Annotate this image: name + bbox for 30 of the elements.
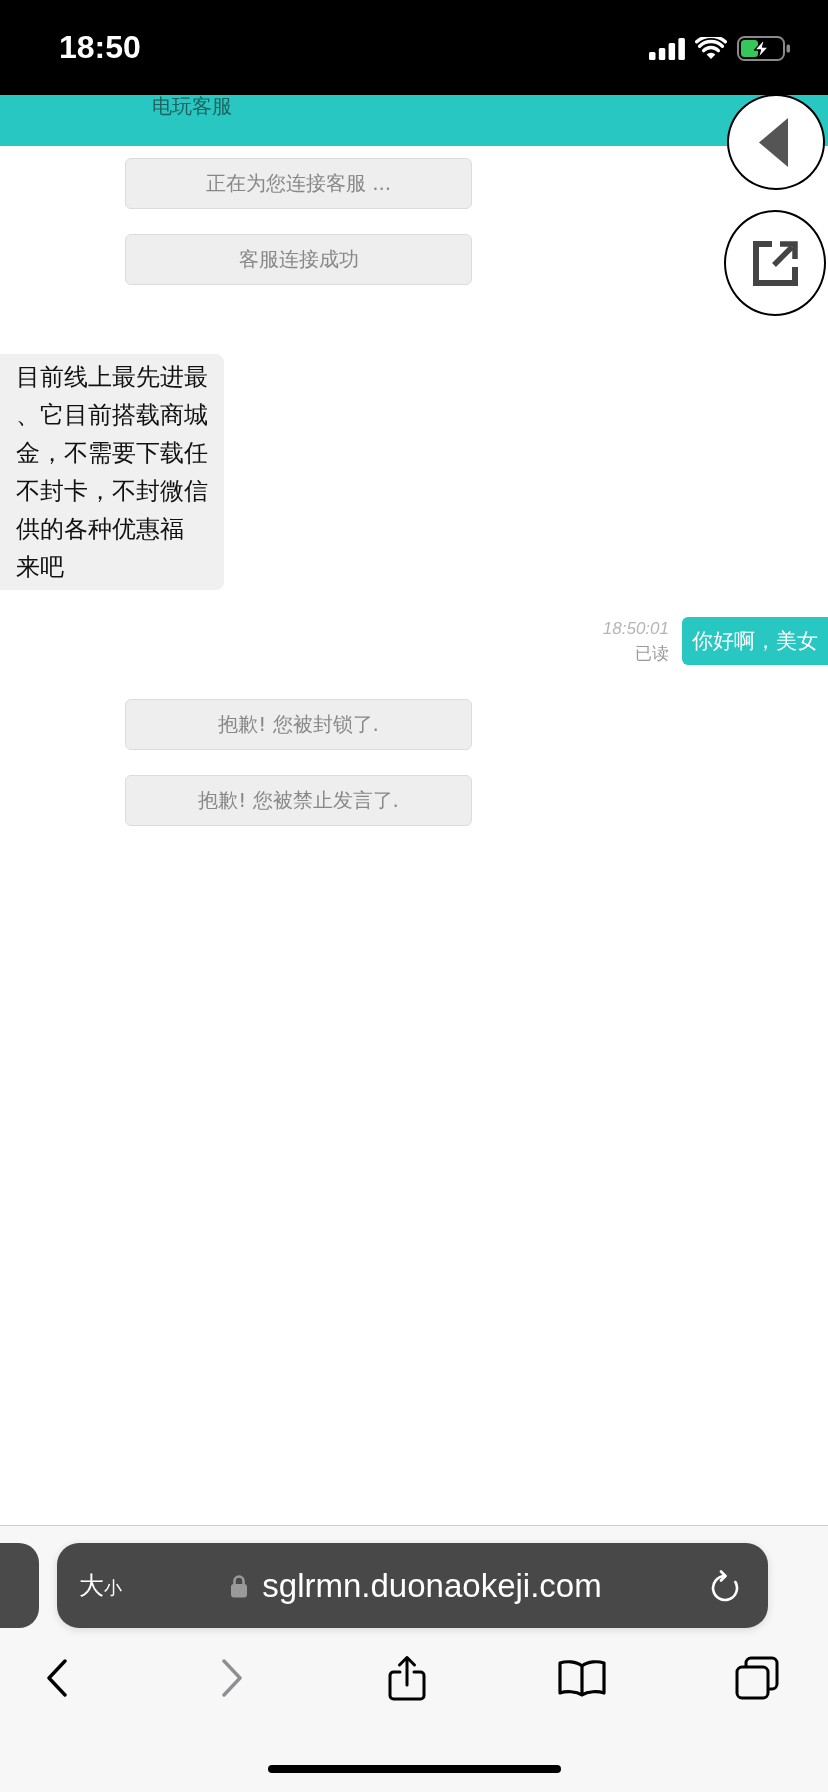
message-time: 18:50:01 (602, 618, 669, 640)
message-text-line: 、它目前搭载商城 (16, 400, 208, 431)
system-notice: 客服连接成功 (125, 234, 472, 285)
url-text: sglrmn.duonaokeji.com (262, 1565, 602, 1606)
reload-icon[interactable] (710, 1569, 740, 1602)
external-link-icon (751, 239, 799, 287)
lock-icon (230, 1573, 249, 1598)
system-notice: 抱歉! 您被禁止发言了. (125, 775, 472, 826)
message-text-line: 来吧 (16, 552, 64, 583)
chevron-left-icon[interactable] (46, 1659, 68, 1697)
overlapping-squares-icon[interactable] (735, 1656, 779, 1700)
battery-icon (737, 36, 791, 61)
message-text-line: 不封卡，不封微信 (16, 476, 208, 507)
book-icon[interactable] (558, 1659, 606, 1697)
message-bubble: 你好啊，美女 (682, 617, 828, 665)
message-text-line: 供的各种优惠福 (16, 514, 184, 545)
triangle-left-icon (758, 117, 788, 167)
system-notice: 正在为您连接客服 ... (125, 158, 472, 209)
text-size-button[interactable]: 大小 (79, 1569, 122, 1602)
system-notice: 抱歉! 您被封锁了. (125, 699, 472, 750)
header-title: 电玩客服 (152, 95, 232, 117)
share-icon[interactable] (388, 1655, 426, 1701)
wifi-icon (695, 37, 727, 60)
read-receipt: 已读 (635, 642, 669, 665)
tab-preview[interactable] (0, 1543, 39, 1628)
message-text-line: 金，不需要下载任 (16, 438, 208, 469)
address-bar[interactable]: 大小 sglrmn.duonaokeji.com (57, 1543, 768, 1628)
signal-icon (649, 37, 685, 60)
status-time: 18:50 (59, 28, 141, 65)
message-text-line: 目前线上最先进最 (16, 362, 208, 393)
